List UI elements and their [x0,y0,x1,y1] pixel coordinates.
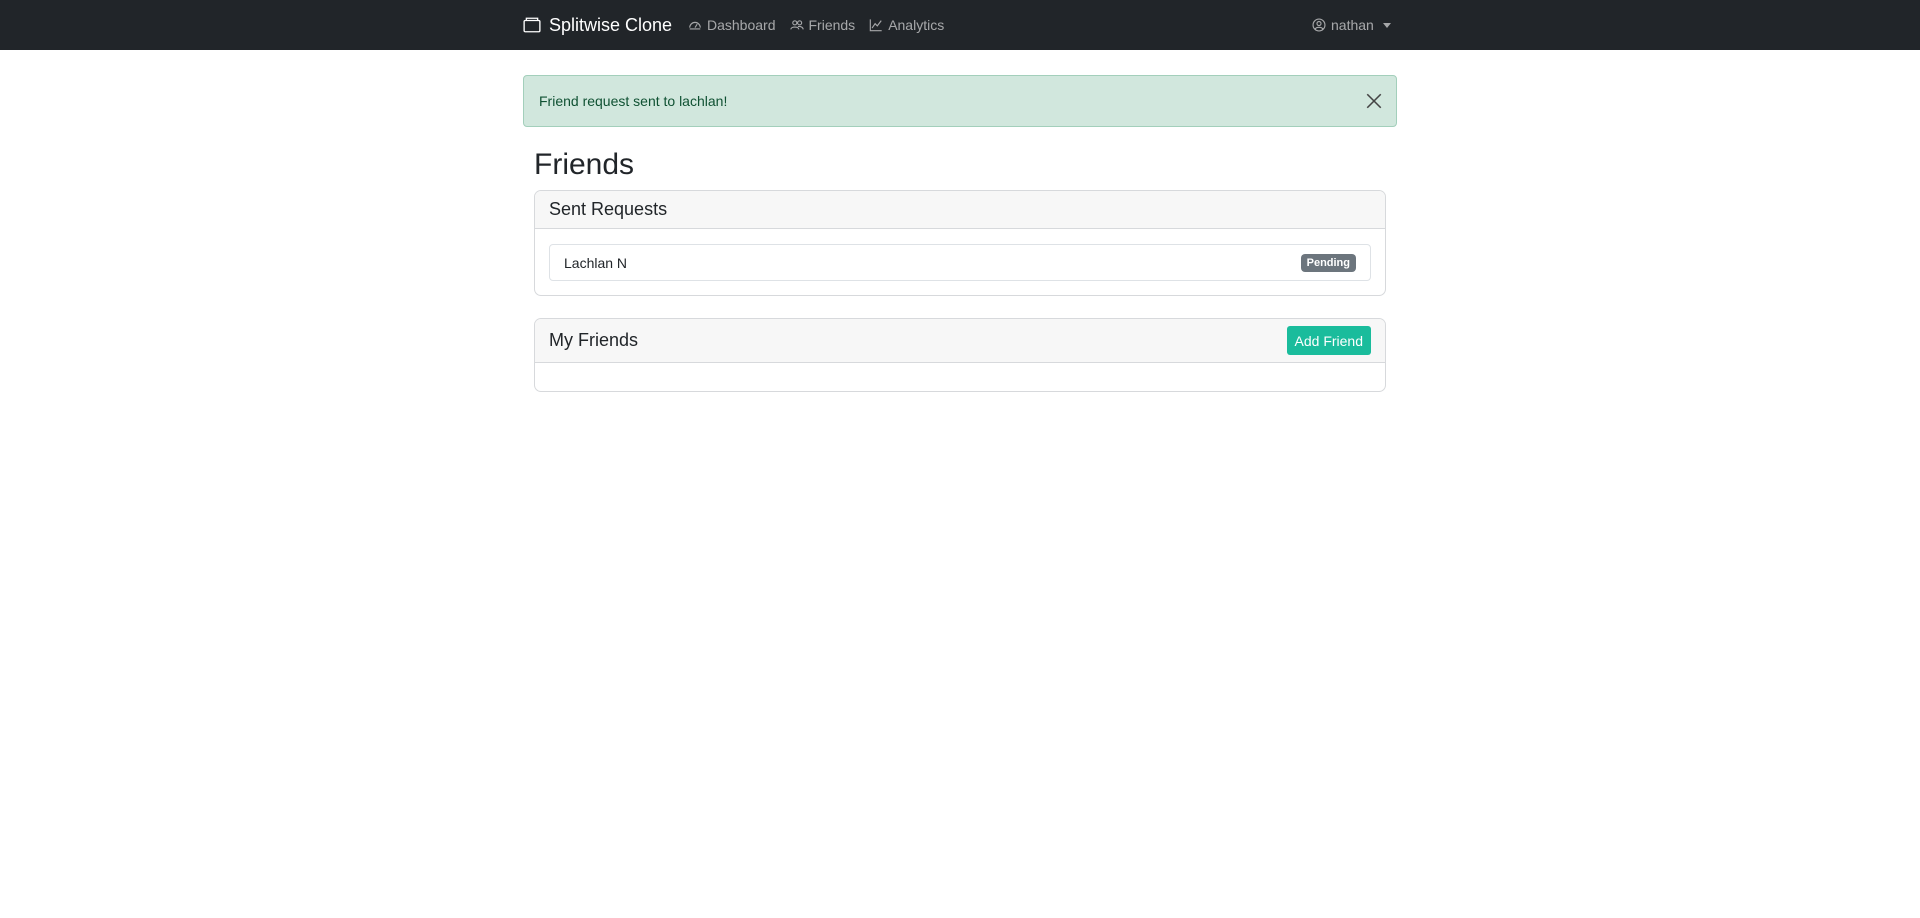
request-name: Lachlan N [564,254,628,271]
wallet-icon [523,17,541,33]
my-friends-title: My Friends [549,330,639,350]
my-friends-header: My Friends Add Friend [535,319,1385,363]
chevron-down-icon [1382,22,1391,28]
user-name: nathan [1331,17,1374,33]
brand-label: Splitwise Clone [549,14,673,35]
list-item: Lachlan N Pending [549,244,1371,281]
sent-requests-card: Sent Requests Lachlan N Pending [534,190,1386,296]
nav-analytics-label: Analytics [888,17,945,33]
status-badge: Pending [1300,254,1356,272]
user-dropdown[interactable]: nathan [1312,0,1391,50]
sent-requests-title: Sent Requests [549,199,668,219]
sent-requests-header: Sent Requests [535,191,1385,229]
close-icon[interactable] [1365,92,1383,110]
nav-analytics[interactable]: Analytics [869,17,944,33]
nav-dashboard-label: Dashboard [707,17,776,33]
add-friend-button[interactable]: Add Friend [1286,326,1371,355]
my-friends-card: My Friends Add Friend [534,318,1386,392]
alert-message: Friend request sent to lachlan! [539,93,728,109]
people-icon [789,20,804,30]
speedometer-icon [689,21,701,30]
nav-dashboard[interactable]: Dashboard [688,17,776,33]
brand-link[interactable]: Splitwise Clone [523,0,672,50]
main-nav: Dashboard Friends Analytics [688,0,944,50]
nav-friends-label: Friends [808,17,856,33]
nav-friends[interactable]: Friends [789,17,856,33]
success-alert: Friend request sent to lachlan! [523,75,1397,127]
graph-icon [869,19,882,32]
page-title: Friends [534,148,635,181]
person-circle-icon [1312,18,1326,32]
top-navbar: Splitwise Clone Dashboard Friends Analyt… [0,0,1920,50]
